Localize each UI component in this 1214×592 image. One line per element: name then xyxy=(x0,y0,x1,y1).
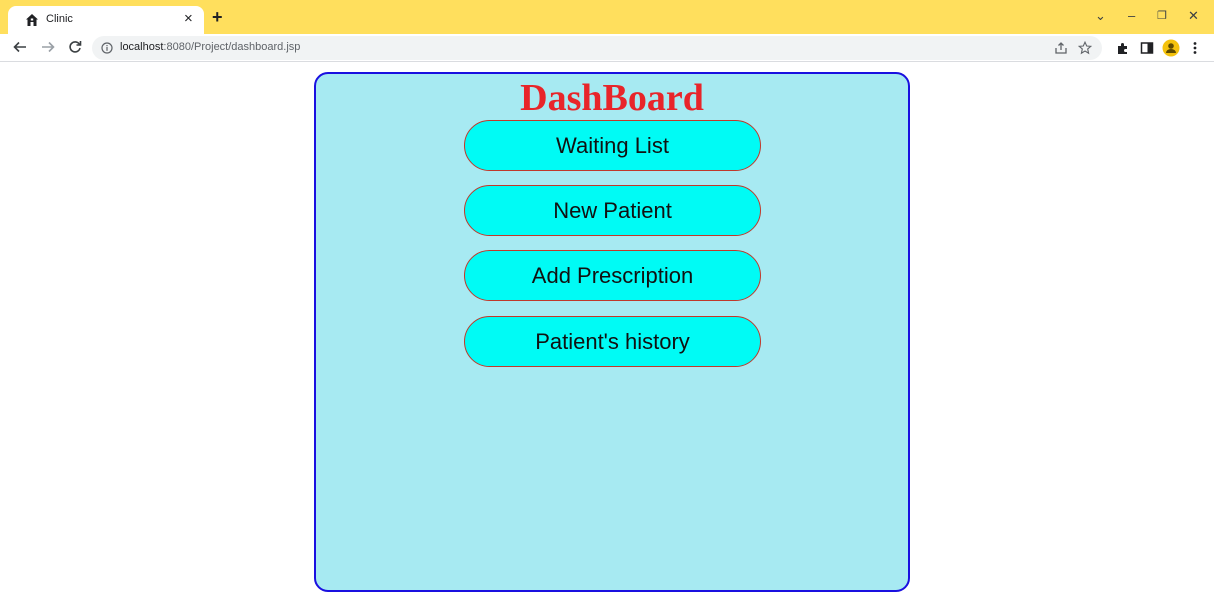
url-path: :8080/Project/dashboard.jsp xyxy=(163,41,301,53)
tab-close-icon[interactable]: × xyxy=(184,9,193,29)
star-icon[interactable] xyxy=(1078,41,1092,55)
new-patient-button[interactable]: New Patient xyxy=(464,185,761,236)
new-tab-icon[interactable]: + xyxy=(212,6,223,28)
browser-toolbar: localhost:8080/Project/dashboard.jsp xyxy=(0,34,1214,62)
sidepanel-icon[interactable] xyxy=(1140,41,1154,55)
menu-icon[interactable] xyxy=(1192,41,1198,55)
url-host: localhost xyxy=(120,41,164,53)
reload-icon[interactable] xyxy=(68,40,82,54)
dashboard-panel: DashBoard Waiting List New Patient Add P… xyxy=(314,72,910,592)
patients-history-button[interactable]: Patient's history xyxy=(464,316,761,367)
page-title: DashBoard xyxy=(520,77,704,119)
url-text[interactable]: localhost:8080/Project/dashboard.jsp xyxy=(120,41,300,53)
address-bar[interactable]: localhost:8080/Project/dashboard.jsp xyxy=(92,36,1102,60)
extensions-icon[interactable] xyxy=(1116,41,1130,55)
minimize-icon[interactable]: – xyxy=(1128,8,1135,24)
info-icon[interactable] xyxy=(101,42,113,54)
forward-icon[interactable] xyxy=(41,40,55,54)
profile-icon[interactable] xyxy=(1162,39,1180,57)
share-icon[interactable] xyxy=(1054,41,1068,55)
tab-search-icon[interactable]: ⌄ xyxy=(1095,8,1106,24)
back-icon[interactable] xyxy=(13,40,27,54)
close-window-icon[interactable]: ✕ xyxy=(1188,8,1199,24)
waiting-list-button[interactable]: Waiting List xyxy=(464,120,761,171)
browser-tab-strip: Clinic × + ⌄ – ❐ ✕ xyxy=(0,0,1214,34)
restore-icon[interactable]: ❐ xyxy=(1157,8,1167,24)
add-prescription-button[interactable]: Add Prescription xyxy=(464,250,761,301)
browser-tab[interactable]: Clinic × xyxy=(8,6,204,34)
home-favicon-icon xyxy=(26,14,38,26)
tab-title: Clinic xyxy=(46,13,73,25)
